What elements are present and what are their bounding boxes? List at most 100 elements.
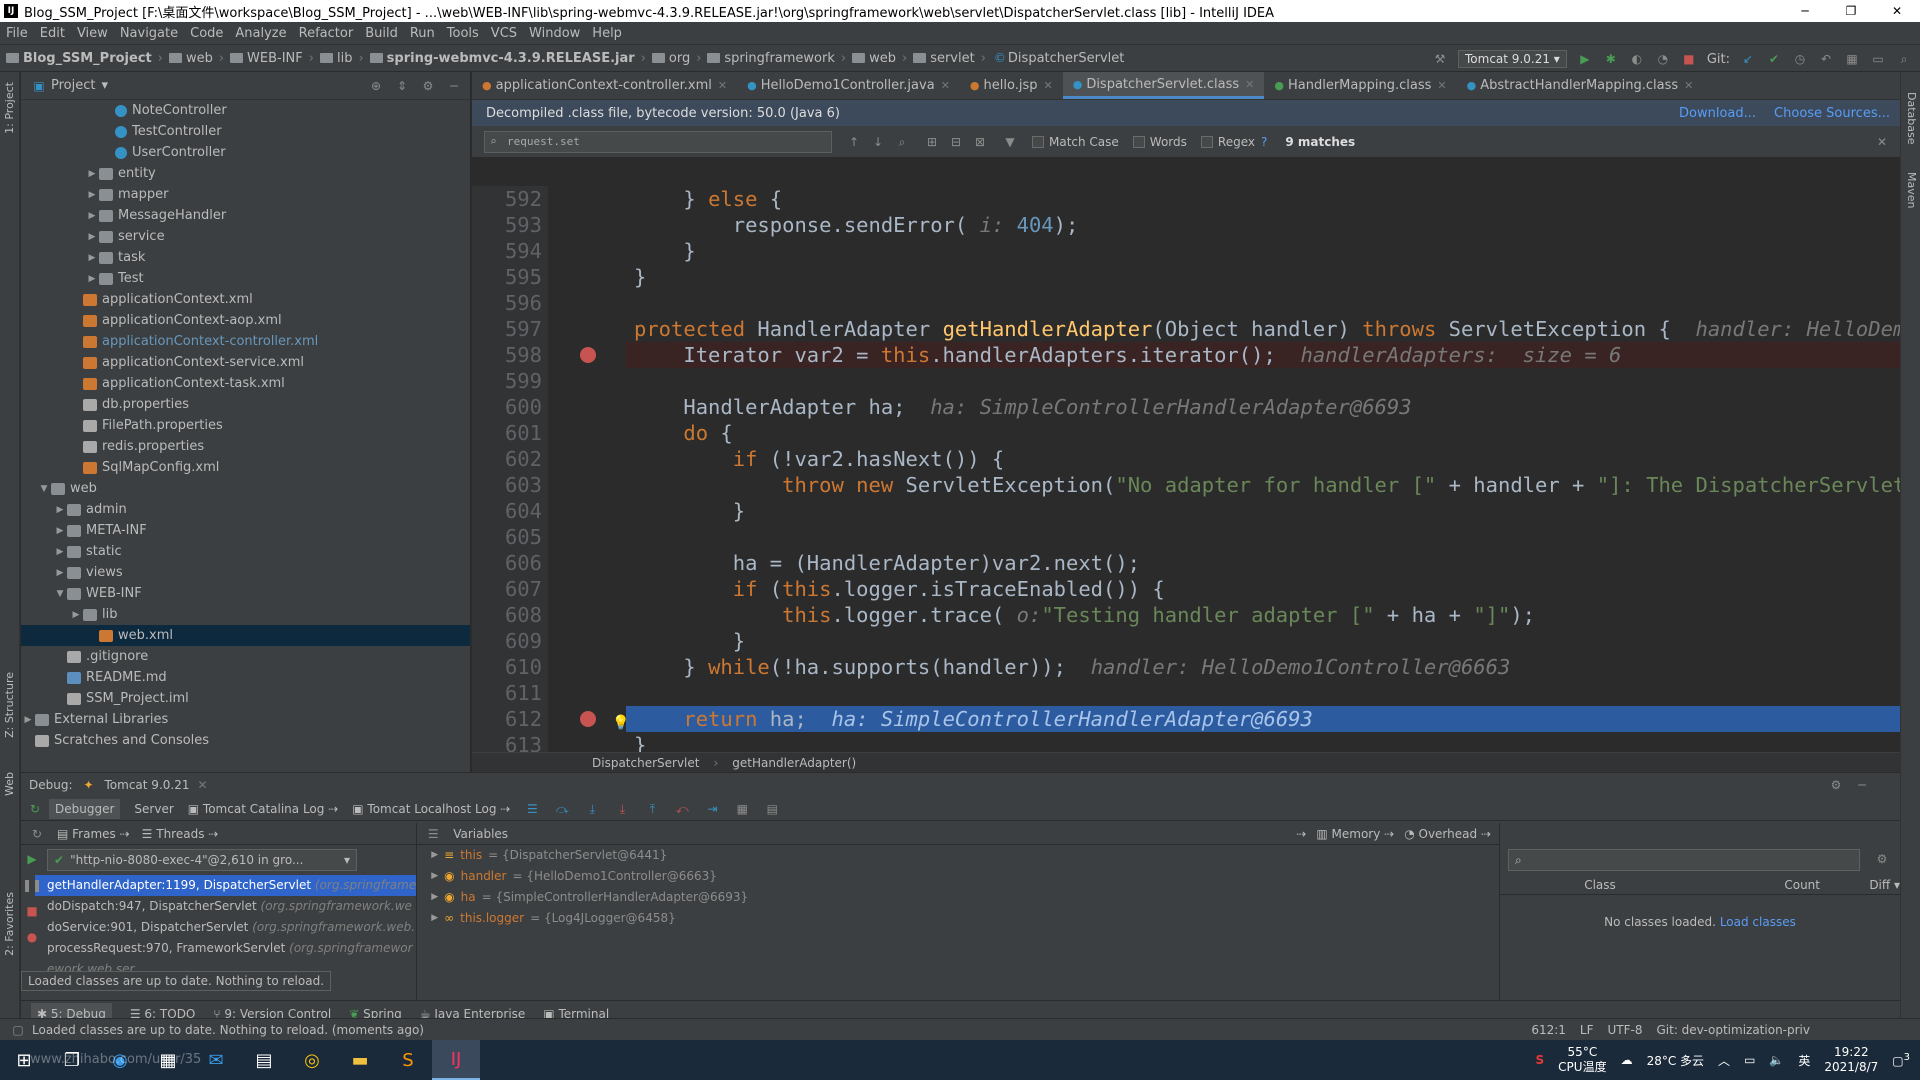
add-occurrence-icon[interactable]: ⊞ — [924, 134, 940, 150]
sogou-icon[interactable]: S — [1536, 1053, 1545, 1067]
project-view-select[interactable]: Project — [51, 78, 95, 93]
minimize-button[interactable]: ─ — [1782, 0, 1828, 22]
code-line[interactable]: 596 — [472, 290, 1900, 316]
regex-help-link[interactable]: ? — [1261, 135, 1267, 149]
close-find-icon[interactable]: ✕ — [1874, 134, 1890, 150]
expand-arrow-icon[interactable]: ▶ — [85, 169, 99, 179]
maven-tool-tab[interactable]: Maven — [1905, 172, 1918, 208]
stack-frame[interactable]: doDispatch:947, DispatcherServlet (org.s… — [35, 896, 416, 917]
menu-vcs[interactable]: VCS — [485, 26, 523, 41]
tree-item[interactable]: FilePath.properties — [21, 415, 470, 436]
resume-icon[interactable]: ▶ — [24, 851, 40, 867]
coverage-icon[interactable]: ◐ — [1629, 51, 1645, 67]
breakpoint-gutter[interactable] — [548, 446, 626, 472]
breakpoint-gutter[interactable] — [548, 316, 626, 342]
editor-tab[interactable]: ● HandlerMapping.class ✕ — [1264, 72, 1456, 99]
code-line[interactable]: 600 HandlerAdapter ha; ha: SimpleControl… — [472, 394, 1900, 420]
breadcrumb-web[interactable]: web › — [168, 51, 224, 66]
structure-tool-tab[interactable]: Z: Structure — [3, 672, 16, 738]
expand-arrow-icon[interactable]: ▶ — [85, 190, 99, 200]
gear-icon[interactable]: ⚙ — [1874, 851, 1890, 867]
tree-item[interactable]: ▶ static — [21, 541, 470, 562]
breakpoint-gutter[interactable] — [548, 654, 626, 680]
tree-item[interactable]: ▶ External Libraries — [21, 709, 470, 730]
breakpoint-gutter[interactable] — [548, 498, 626, 524]
tree-item[interactable]: ▶ service — [21, 226, 470, 247]
choose-sources-link[interactable]: Choose Sources... — [1774, 106, 1890, 121]
breadcrumb-lib[interactable]: lib › — [319, 51, 364, 66]
tree-item[interactable]: ▼ WEB-INF — [21, 583, 470, 604]
tab-catalina-log[interactable]: ▣ Tomcat Catalina Log ⇢ — [188, 802, 339, 816]
code-line[interactable]: 597 protected HandlerAdapter getHandlerAd… — [472, 316, 1900, 342]
expand-arrow-icon[interactable]: ▶ — [69, 610, 83, 620]
collapse-all-icon[interactable]: ⇕ — [394, 78, 410, 94]
breakpoint-gutter[interactable] — [548, 420, 626, 446]
select-all-occurrences-icon[interactable]: ⊠ — [972, 134, 988, 150]
breakpoint-gutter[interactable] — [548, 602, 626, 628]
hide-icon[interactable]: ─ — [1854, 777, 1870, 793]
chevron-down-icon[interactable]: ▾ — [101, 78, 108, 93]
tab-server[interactable]: Server — [134, 802, 173, 816]
project-tool-tab[interactable]: 1: Project — [3, 82, 16, 134]
expand-arrow-icon[interactable]: ▶ — [53, 505, 67, 515]
code-view[interactable]: 592 } else {593 response.sendError( i: 4… — [472, 186, 1900, 752]
breakpoint-gutter[interactable] — [548, 680, 626, 706]
force-step-into-icon[interactable]: ⤓ — [614, 801, 630, 817]
menu-refactor[interactable]: Refactor — [293, 26, 360, 41]
breakpoint-gutter[interactable] — [548, 394, 626, 420]
step-into-icon[interactable]: ⤓ — [584, 801, 600, 817]
git-branch[interactable]: Git: dev-optimization-priv — [1656, 1023, 1810, 1037]
debug-icon[interactable]: ✱ — [1603, 51, 1619, 67]
menu-tools[interactable]: Tools — [441, 26, 485, 41]
code-line[interactable]: 610 } while(!ha.supports(handler)); hand… — [472, 654, 1900, 680]
crumb-class[interactable]: DispatcherServlet — [592, 756, 699, 770]
stack-frame[interactable]: processRequest:970, FrameworkServlet (or… — [35, 938, 416, 959]
expand-arrow-icon[interactable]: ▶ — [431, 866, 438, 887]
menu-edit[interactable]: Edit — [34, 26, 71, 41]
tree-item[interactable]: ▶ lib — [21, 604, 470, 625]
breakpoint-icon[interactable] — [580, 347, 596, 363]
menu-file[interactable]: File — [0, 26, 34, 41]
git-rollback-icon[interactable]: ↶ — [1818, 51, 1834, 67]
overhead-tab[interactable]: ◔ Overhead ⇢ — [1404, 827, 1491, 841]
col-diff[interactable]: Diff ▾ — [1820, 878, 1900, 892]
git-update-icon[interactable]: ↙ — [1740, 51, 1756, 67]
breakpoint-gutter[interactable] — [548, 524, 626, 550]
breakpoint-gutter[interactable] — [548, 342, 626, 368]
tree-item[interactable]: SSM_Project.iml — [21, 688, 470, 709]
code-line[interactable]: 605 — [472, 524, 1900, 550]
tree-item[interactable]: ▶ mapper — [21, 184, 470, 205]
tray-expand-icon[interactable]: ︿ — [1718, 1052, 1730, 1069]
code-line[interactable]: 606 ha = (HandlerAdapter)var2.next(); — [472, 550, 1900, 576]
drop-frame-icon[interactable]: ⤺ — [674, 801, 690, 817]
close-icon[interactable]: ✕ — [197, 778, 207, 792]
breadcrumb-project[interactable]: Blog_SSM_Project › — [6, 51, 163, 66]
tree-item[interactable]: SqlMapConfig.xml — [21, 457, 470, 478]
hide-icon[interactable]: ─ — [446, 78, 462, 94]
tree-item[interactable]: UserController — [21, 142, 470, 163]
tree-item[interactable]: redis.properties — [21, 436, 470, 457]
volume-icon[interactable]: 🔈 — [1769, 1053, 1784, 1067]
code-line[interactable]: 604 } — [472, 498, 1900, 524]
expand-arrow-icon[interactable]: ▶ — [53, 568, 67, 578]
locate-icon[interactable]: ⊕ — [368, 78, 384, 94]
download-link[interactable]: Download... — [1679, 106, 1756, 121]
chrome-icon[interactable]: ◎ — [288, 1040, 336, 1080]
tree-item[interactable]: ▶ entity — [21, 163, 470, 184]
favorites-tool-tab[interactable]: 2: Favorites — [3, 892, 16, 956]
git-history-icon[interactable]: ◷ — [1792, 51, 1808, 67]
menu-analyze[interactable]: Analyze — [229, 26, 292, 41]
evaluate-expression-icon[interactable]: ▦ — [734, 801, 750, 817]
code-line[interactable]: 608 this.logger.trace( o:"Testing handle… — [472, 602, 1900, 628]
tree-item[interactable]: TestController — [21, 121, 470, 142]
code-line[interactable]: 599 — [472, 368, 1900, 394]
menu-navigate[interactable]: Navigate — [114, 26, 184, 41]
breakpoint-gutter[interactable]: 💡 — [548, 706, 629, 732]
tree-item[interactable]: ▶ task — [21, 247, 470, 268]
tree-item[interactable]: applicationContext.xml — [21, 289, 470, 310]
run-to-cursor-icon[interactable]: ⇥ — [704, 801, 720, 817]
variable-row[interactable]: ▶ ◉ handler = {HelloDemo1Controller@6663} — [417, 866, 1499, 887]
threads-tab[interactable]: ☰ Threads ⇢ — [142, 827, 219, 841]
code-line[interactable]: 612 💡 return ha; ha: SimpleControllerHand… — [472, 706, 1900, 732]
code-line[interactable]: 595} — [472, 264, 1900, 290]
